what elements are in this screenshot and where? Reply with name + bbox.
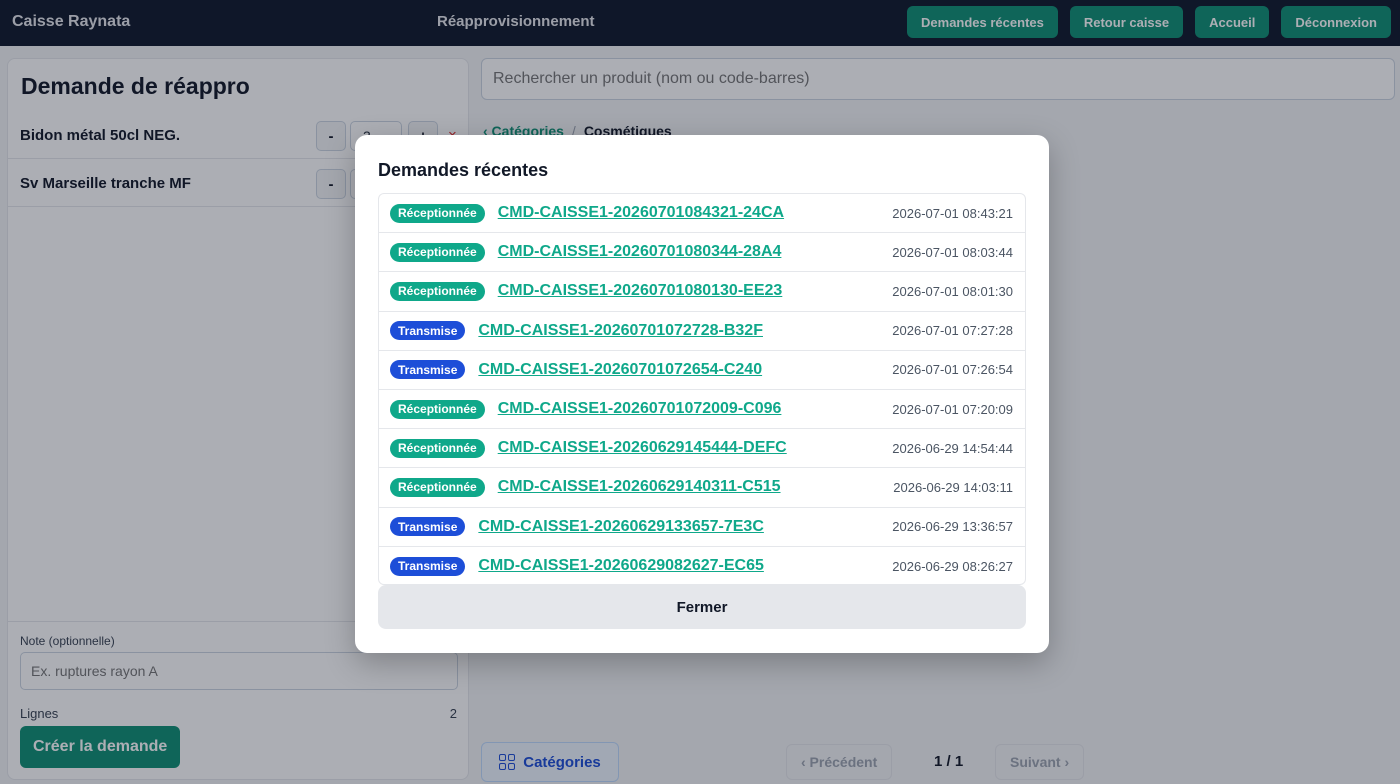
request-link[interactable]: CMD-CAISSE1-20260629145444-DEFC <box>498 439 787 457</box>
close-modal-button[interactable]: Fermer <box>378 585 1026 629</box>
recent-requests-modal: Demandes récentes Réceptionnée CMD-CAISS… <box>355 135 1049 653</box>
list-item: Réceptionnée CMD-CAISSE1-20260701080344-… <box>379 233 1025 273</box>
status-badge: Réceptionnée <box>390 438 485 458</box>
modal-title: Demandes récentes <box>378 160 549 180</box>
request-link[interactable]: CMD-CAISSE1-20260701084321-24CA <box>498 204 784 222</box>
request-date: 2026-06-29 13:36:57 <box>892 519 1013 535</box>
list-item: Réceptionnée CMD-CAISSE1-20260629140311-… <box>379 468 1025 508</box>
recent-requests-list: Réceptionnée CMD-CAISSE1-20260701084321-… <box>378 193 1026 585</box>
request-link[interactable]: CMD-CAISSE1-20260701072009-C096 <box>498 400 782 418</box>
status-badge: Réceptionnée <box>390 281 485 301</box>
list-item: Transmise CMD-CAISSE1-20260701072654-C24… <box>379 351 1025 390</box>
status-badge: Transmise <box>390 556 466 576</box>
request-date: 2026-07-01 07:20:09 <box>892 401 1013 417</box>
request-link[interactable]: CMD-CAISSE1-20260701080130-EE23 <box>498 282 783 300</box>
status-badge: Réceptionnée <box>390 477 485 497</box>
request-date: 2026-07-01 08:03:44 <box>892 244 1013 260</box>
request-date: 2026-06-29 08:26:27 <box>892 558 1013 574</box>
list-item: Réceptionnée CMD-CAISSE1-20260701072009-… <box>379 390 1025 430</box>
request-link[interactable]: CMD-CAISSE1-20260701072728-B32F <box>478 322 763 340</box>
list-item: Réceptionnée CMD-CAISSE1-20260701084321-… <box>379 194 1025 234</box>
status-badge: Transmise <box>390 360 466 380</box>
status-badge: Réceptionnée <box>390 242 485 262</box>
request-link[interactable]: CMD-CAISSE1-20260629140311-C515 <box>498 478 781 496</box>
request-link[interactable]: CMD-CAISSE1-20260701072654-C240 <box>478 361 762 379</box>
request-date: 2026-06-29 14:54:44 <box>892 440 1013 456</box>
list-item: Transmise CMD-CAISSE1-20260701072728-B32… <box>379 312 1025 351</box>
status-badge: Réceptionnée <box>390 399 485 419</box>
request-date: 2026-07-01 08:43:21 <box>892 205 1013 221</box>
request-date: 2026-07-01 07:26:54 <box>892 362 1013 378</box>
list-item: Réceptionnée CMD-CAISSE1-20260629145444-… <box>379 429 1025 469</box>
request-date: 2026-06-29 14:03:11 <box>893 479 1013 495</box>
status-badge: Transmise <box>390 517 466 537</box>
list-item: Transmise CMD-CAISSE1-20260629133657-7E3… <box>379 508 1025 547</box>
status-badge: Réceptionnée <box>390 203 485 223</box>
list-item: Réceptionnée CMD-CAISSE1-20260701080130-… <box>379 272 1025 312</box>
request-link[interactable]: CMD-CAISSE1-20260629133657-7E3C <box>478 518 764 536</box>
request-link[interactable]: CMD-CAISSE1-20260701080344-28A4 <box>498 243 782 261</box>
request-date: 2026-07-01 08:01:30 <box>892 283 1013 299</box>
request-link[interactable]: CMD-CAISSE1-20260629082627-EC65 <box>478 557 764 575</box>
request-date: 2026-07-01 07:27:28 <box>892 323 1013 339</box>
status-badge: Transmise <box>390 321 466 341</box>
list-item: Transmise CMD-CAISSE1-20260629082627-EC6… <box>379 547 1025 584</box>
